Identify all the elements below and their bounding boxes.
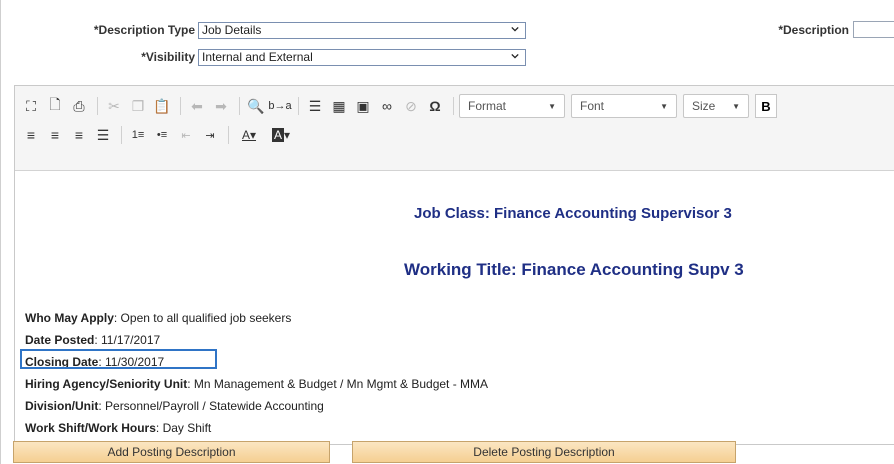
align-center-icon[interactable]: ≡ [44,124,66,146]
bold-button[interactable]: B [755,94,777,118]
field-value: : 11/17/2017 [94,333,161,347]
cut-icon[interactable]: ✂ [103,95,125,117]
bulleted-list-icon[interactable]: •≡ [151,124,173,146]
chevron-down-icon [511,53,519,59]
background-color-icon[interactable]: A ▾ [266,124,296,146]
add-posting-description-button[interactable]: Add Posting Description [13,441,330,463]
field-value: : Mn Management & Budget / Mn Mgmt & Bud… [187,377,489,391]
image-icon[interactable]: ▣ [352,95,374,117]
chevron-down-icon: ▼ [548,101,556,111]
description-type-value: Job Details [202,23,262,37]
toolbar-separator [180,97,181,115]
maximize-icon[interactable]: ⛶ [20,95,42,117]
visibility-value: Internal and External [202,50,313,64]
horizontal-rule-icon[interactable]: ☰ [304,95,326,117]
toolbar-separator [239,97,240,115]
format-label: Format [468,99,507,113]
field-label: Division/Unit [25,399,99,413]
undo-icon[interactable]: ⬅ [186,95,208,117]
visibility-select[interactable]: Internal and External [198,49,526,66]
field-label: Who May Apply [25,311,114,325]
chevron-down-icon: ▼ [732,101,740,111]
text-color-icon[interactable]: A▾ [234,124,264,146]
preview-icon[interactable]: 🗋 [44,95,66,117]
rich-text-editor[interactable]: ⛶ 🗋 ⎙ ✂ ❐ 📋 ⬅ ➡ 🔍 b→a ☰ ▦ ▣ ∞ ⊘ Ω Format… [14,85,894,445]
size-dropdown[interactable]: Size ▼ [683,94,749,118]
redo-icon[interactable]: ➡ [210,95,232,117]
chevron-down-icon: ▼ [660,101,668,111]
align-justify-icon[interactable]: ☰ [92,124,114,146]
toolbar-separator [228,126,229,144]
field-label: Date Posted [25,333,95,347]
field-value: : Day Shift [155,421,212,435]
unlink-icon[interactable]: ⊘ [400,95,422,117]
toolbar-separator [298,97,299,115]
toolbar-separator [97,97,98,115]
replace-icon[interactable]: b→a [268,95,291,117]
who-may-apply-field: Who May Apply: Open to all qualified job… [25,311,291,325]
description-input[interactable] [853,21,894,38]
font-label: Font [580,99,605,113]
toolbar-separator [121,126,122,144]
special-char-icon[interactable]: Ω [424,95,446,117]
editor-content[interactable]: Job Class: Finance Accounting Supervisor… [15,172,894,444]
size-label: Size [692,99,716,113]
description-type-select[interactable]: Job Details [198,22,526,39]
format-dropdown[interactable]: Format ▼ [459,94,565,118]
toolbar-row-1: ⛶ 🗋 ⎙ ✂ ❐ 📋 ⬅ ➡ 🔍 b→a ☰ ▦ ▣ ∞ ⊘ Ω Format… [20,93,777,119]
paste-icon[interactable]: 📋 [151,95,173,117]
job-class-heading: Job Class: Finance Accounting Supervisor… [414,205,732,222]
division-unit-field: Division/Unit: Personnel/Payroll / State… [25,399,324,413]
work-shift-field: Work Shift/Work Hours: Day Shift [25,421,211,435]
closing-date-highlight [20,349,217,369]
description-type-label: *Description Type [93,23,195,37]
working-title-heading: Working Title: Finance Accounting Supv 3 [404,260,744,279]
delete-posting-description-button[interactable]: Delete Posting Description [352,441,736,463]
toolbar-separator [453,97,454,115]
visibility-label: *Visibility [141,50,195,64]
table-icon[interactable]: ▦ [328,95,350,117]
field-value: : Personnel/Payroll / Statewide Accounti… [98,399,324,413]
copy-icon[interactable]: ❐ [127,95,149,117]
job-posting-description-panel: *Description Type Job Details *Descripti… [0,0,894,464]
field-value: : Open to all qualified job seekers [113,311,292,325]
increase-indent-icon[interactable]: ⇥ [199,124,221,146]
hiring-agency-field: Hiring Agency/Seniority Unit: Mn Managem… [25,377,488,391]
font-dropdown[interactable]: Font ▼ [571,94,677,118]
link-icon[interactable]: ∞ [376,95,398,117]
numbered-list-icon[interactable]: 1≡ [127,124,149,146]
align-right-icon[interactable]: ≡ [68,124,90,146]
align-left-icon[interactable]: ≡ [20,124,42,146]
find-icon[interactable]: 🔍 [245,95,267,117]
chevron-down-icon [511,26,519,32]
field-label: Work Shift/Work Hours [25,421,156,435]
print-icon[interactable]: ⎙ [68,95,90,117]
editor-toolbar: ⛶ 🗋 ⎙ ✂ ❐ 📋 ⬅ ➡ 🔍 b→a ☰ ▦ ▣ ∞ ⊘ Ω Format… [15,86,894,171]
toolbar-row-2: ≡ ≡ ≡ ☰ 1≡ •≡ ⇤ ⇥ A▾ A ▾ [20,122,298,148]
date-posted-field: Date Posted: 11/17/2017 [25,333,160,347]
decrease-indent-icon[interactable]: ⇤ [175,124,197,146]
field-label: Hiring Agency/Seniority Unit [25,377,188,391]
description-label: *Description [778,23,849,37]
